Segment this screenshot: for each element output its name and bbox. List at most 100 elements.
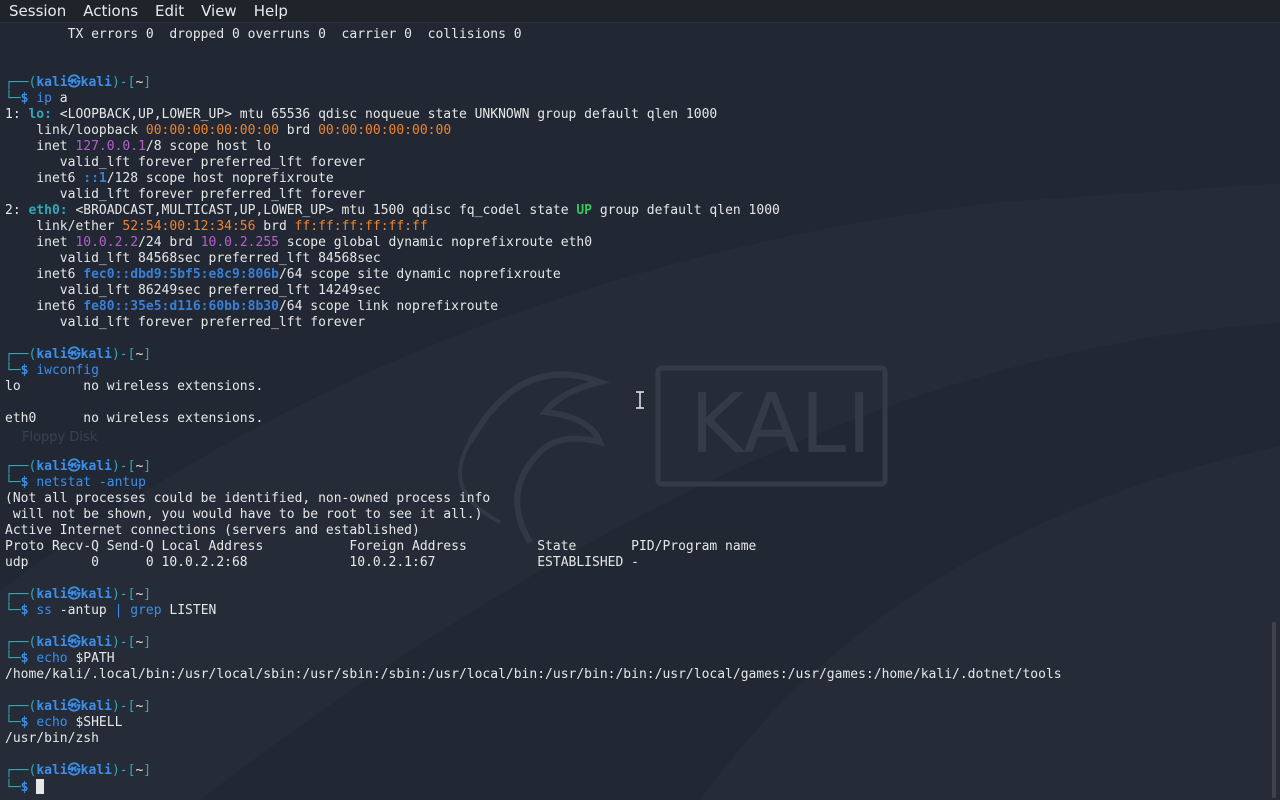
output-line: inet6 fec0::dbd9:5bf5:e8c9:806b/64 scope… [5,267,1267,283]
terminal-output[interactable]: TX errors 0 dropped 0 overruns 0 carrier… [5,27,1267,797]
prompt-frame: ┌──( [5,347,37,362]
prompt-frame: └─ [5,363,21,378]
command-line: └─$ ss -antup | grep LISTEN [5,603,1267,619]
prompt-host: kali [80,587,112,602]
output-segment: brd [255,219,295,234]
output-segment: /128 scope host noprefixroute [106,171,334,186]
prompt-user: kali [36,699,68,714]
command-segment: $SHELL [67,715,123,730]
prompt-host: kali [80,347,112,362]
output-segment: valid_lft forever preferred_lft forever [5,187,366,202]
prompt-host: kali [80,699,112,714]
prompt-frame: └─ [5,603,21,618]
output-segment: inet [5,139,76,154]
menu-session[interactable]: Session [0,0,74,22]
output-line: valid_lft forever preferred_lft forever [5,315,1267,331]
command-segment: -antup [91,475,146,490]
output-segment: inet6 [5,267,84,282]
prompt-line: ┌──(kali㉿kali)-[~] [5,635,1267,651]
output-segment: 1: [5,107,29,122]
output-line: Proto Recv-Q Send-Q Local Address Foreig… [5,539,1267,555]
command-line: └─$ netstat -antup [5,475,1267,491]
output-segment: 10.0.2.255 [200,235,279,250]
output-segment: UP [576,203,593,218]
prompt-symbol: ㉿ [67,763,81,778]
menu-view[interactable]: View [192,0,245,22]
command-segment: ss [36,603,52,618]
output-segment: scope global dynamic noprefixroute eth0 [278,235,593,250]
output-segment: /8 scope host lo [145,139,272,154]
prompt-frame: ] [143,587,152,602]
output-line: 1: lo: <LOOPBACK,UP,LOWER_UP> mtu 65536 … [5,107,1267,123]
output-line: inet 10.0.2.2/24 brd 10.0.2.255 scope gl… [5,235,1267,251]
prompt-line: ┌──(kali㉿kali)-[~] [5,587,1267,603]
output-segment: Active Internet connections (servers and… [5,523,420,538]
prompt-user: kali [36,763,68,778]
prompt-line: ┌──(kali㉿kali)-[~] [5,459,1267,475]
command-line: └─$ ip a [5,91,1267,107]
command-segment: iwconfig [36,363,99,378]
terminal-scrollbar[interactable] [1268,22,1280,800]
prompt-host: kali [80,763,112,778]
command-segment: ip [36,91,52,106]
prompt-symbol: ㉿ [67,587,81,602]
output-segment: ::1 [83,171,107,186]
output-segment: 52:54:00:12:34:56 [122,219,256,234]
output-segment: <BROADCAST,MULTICAST,UP,LOWER_UP> mtu 15… [67,203,577,218]
command-segment: LISTEN [161,603,217,618]
prompt-symbol: ㉿ [67,635,81,650]
output-line: eth0 no wireless extensions. [5,411,1267,427]
menu-help[interactable]: Help [245,0,296,22]
prompt-frame: ] [143,347,152,362]
prompt-frame: ┌──( [5,635,37,650]
output-segment: Proto Recv-Q Send-Q Local Address Foreig… [5,539,757,554]
prompt-user: kali [36,587,68,602]
prompt-host: kali [80,75,112,90]
output-line: udp 0 0 10.0.2.2:68 10.0.2.1:67 ESTABLIS… [5,555,1267,571]
output-line: valid_lft forever preferred_lft forever [5,187,1267,203]
prompt-symbol: ㉿ [67,75,81,90]
prompt-frame: ] [143,75,152,90]
output-segment: TX errors 0 dropped 0 overruns 0 carrier… [5,27,522,42]
output-segment: valid_lft forever preferred_lft forever [5,155,366,170]
command-line: └─$ [5,779,1267,795]
command-segment: $PATH [67,651,115,666]
output-segment: inet6 [5,171,84,186]
output-segment: 127.0.0.1 [75,139,146,154]
prompt-frame: ┌──( [5,459,37,474]
command-line: └─$ echo $PATH [5,651,1267,667]
output-segment: (Not all processes could be identified, … [5,491,491,506]
prompt-host: kali [80,635,112,650]
prompt-frame: └─ [5,475,21,490]
scrollbar-thumb[interactable] [1272,622,1276,798]
prompt-frame: └─ [5,780,21,795]
prompt-frame: ┌──( [5,763,37,778]
output-segment: eth0 no wireless extensions. [5,411,264,426]
menu-actions[interactable]: Actions [74,0,146,22]
output-line: inet 127.0.0.1/8 scope host lo [5,139,1267,155]
prompt-user: kali [36,635,68,650]
prompt-symbol: ㉿ [67,347,81,362]
prompt-frame: ] [143,699,152,714]
command-segment: echo [36,651,68,666]
output-line: TX errors 0 dropped 0 overruns 0 carrier… [5,27,1267,43]
prompt-frame: └─ [5,651,21,666]
command-segment: echo [36,715,68,730]
text-cursor-icon [636,391,644,409]
output-line: inet6 fe80::35e5:d116:60bb:8b30/64 scope… [5,299,1267,315]
menu-edit[interactable]: Edit [146,0,192,22]
output-segment: <LOOPBACK,UP,LOWER_UP> mtu 65536 qdisc n… [51,107,718,122]
output-segment: valid_lft 86249sec preferred_lft 14249se… [5,283,381,298]
command-line: └─$ iwconfig [5,363,1267,379]
prompt-line: ┌──(kali㉿kali)-[~] [5,75,1267,91]
output-line: valid_lft 84568sec preferred_lft 84568se… [5,251,1267,267]
command-line: └─$ echo $SHELL [5,715,1267,731]
output-segment: link/ether [5,219,123,234]
output-line: valid_lft 86249sec preferred_lft 14249se… [5,283,1267,299]
